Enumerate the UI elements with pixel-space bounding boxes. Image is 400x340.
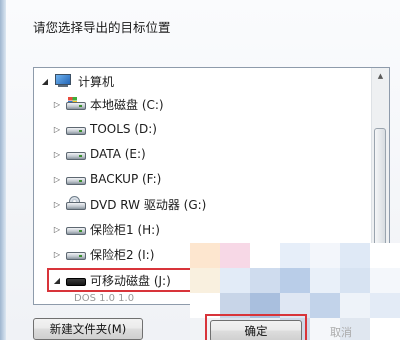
computer-icon bbox=[54, 74, 72, 88]
tree-item-label: 保险柜2 (I:) bbox=[90, 247, 155, 262]
tree-item-drive-g[interactable]: ▷ DVD RW 驱动器 (G:) bbox=[52, 193, 206, 215]
hard-drive-icon bbox=[66, 222, 86, 236]
tree-item-drive-f[interactable]: ▷ BACKUP (F:) bbox=[52, 168, 161, 190]
tree-item-label: TOOLS (D:) bbox=[90, 122, 157, 136]
tree-item-drive-e[interactable]: ▷ DATA (E:) bbox=[52, 143, 146, 165]
hard-drive-icon bbox=[66, 172, 86, 186]
hard-drive-icon bbox=[66, 147, 86, 161]
tree-item-label: 本地磁盘 (C:) bbox=[90, 97, 164, 112]
system-drive-icon bbox=[66, 97, 86, 111]
tree-item-drive-c[interactable]: ▷ 本地磁盘 (C:) bbox=[52, 93, 164, 115]
expanded-arrow-icon[interactable]: ◢ bbox=[40, 77, 50, 86]
tree-item-label: DVD RW 驱动器 (G:) bbox=[90, 197, 207, 212]
collapsed-arrow-icon[interactable]: ▷ bbox=[52, 175, 62, 184]
tree-item-label: 计算机 bbox=[78, 74, 115, 89]
tree-item-computer[interactable]: ◢ 计算机 bbox=[40, 70, 114, 92]
collapsed-arrow-icon[interactable]: ▷ bbox=[52, 250, 62, 259]
collapsed-arrow-icon[interactable]: ▷ bbox=[52, 100, 62, 109]
selection-highlight-box bbox=[47, 268, 199, 292]
tree-item-drive-d[interactable]: ▷ TOOLS (D:) bbox=[52, 118, 157, 140]
tree-item-drive-i[interactable]: ▷ 保险柜2 (I:) bbox=[52, 243, 154, 265]
dialog-prompt: 请您选择导出的目标位置 bbox=[33, 20, 171, 35]
collapsed-arrow-icon[interactable]: ▷ bbox=[52, 125, 62, 134]
collapsed-arrow-icon[interactable]: ▷ bbox=[52, 200, 62, 209]
scroll-thumb[interactable] bbox=[374, 128, 386, 256]
tree-item-drive-h[interactable]: ▷ 保险柜1 (H:) bbox=[52, 218, 160, 240]
hard-drive-icon bbox=[66, 122, 86, 136]
collapsed-arrow-icon[interactable]: ▷ bbox=[52, 150, 62, 159]
cancel-button-partial[interactable]: 取消 bbox=[330, 324, 352, 340]
tree-item-label: DATA (E:) bbox=[90, 147, 146, 161]
new-folder-button[interactable]: 新建文件夹(M) bbox=[33, 318, 143, 340]
hard-drive-icon bbox=[66, 247, 86, 261]
export-location-dialog: 请您选择导出的目标位置 ◢ 计算机 ▷ 本地磁盘 (C:) ▷ TOOLS (D… bbox=[0, 0, 400, 340]
scroll-up-arrow-icon[interactable]: ▲ bbox=[372, 68, 389, 84]
tree-item-label: 保险柜1 (H:) bbox=[90, 222, 160, 237]
dvd-drive-icon bbox=[66, 196, 86, 211]
collapsed-arrow-icon[interactable]: ▷ bbox=[52, 225, 62, 234]
tree-item-label: BACKUP (F:) bbox=[90, 172, 162, 186]
window-frame-edge bbox=[0, 0, 6, 340]
ok-highlight-box bbox=[205, 314, 307, 340]
